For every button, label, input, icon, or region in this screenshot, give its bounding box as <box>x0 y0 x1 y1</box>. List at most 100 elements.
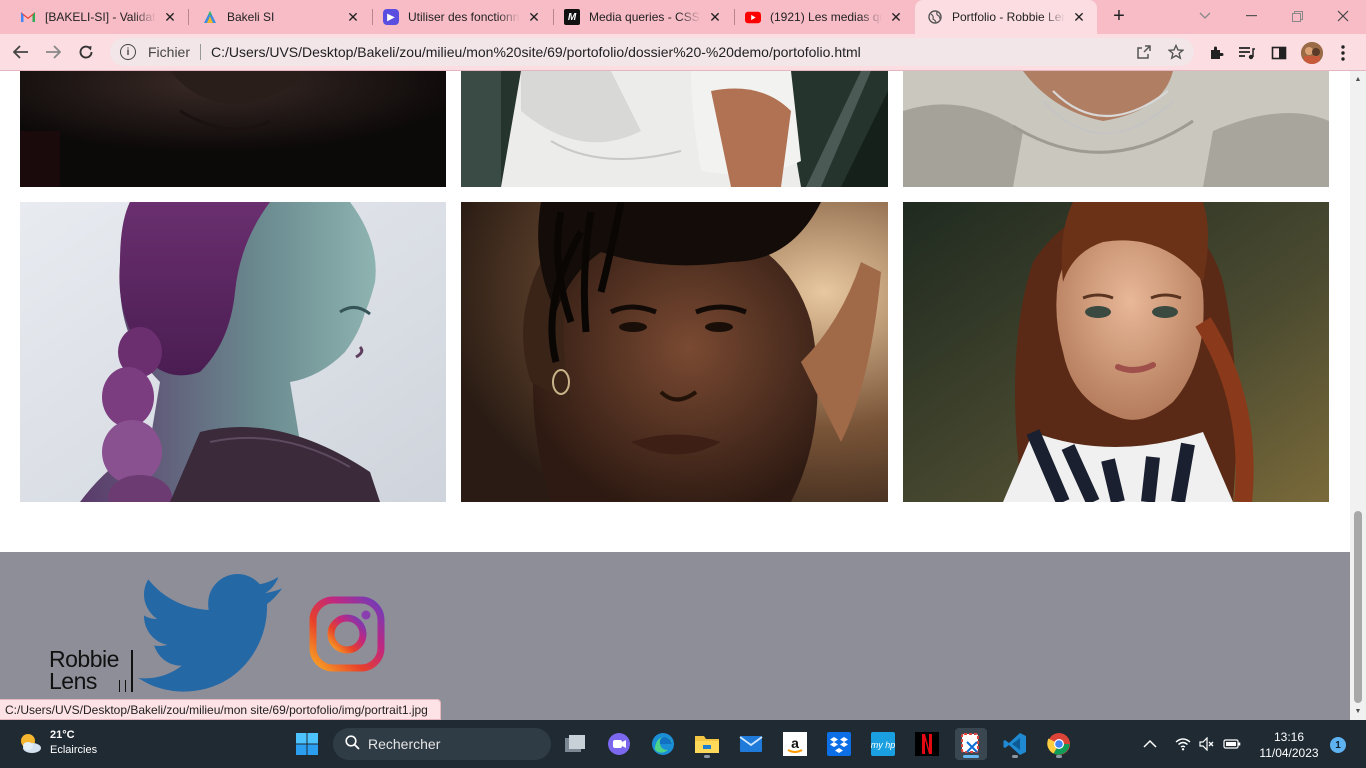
twitter-icon[interactable] <box>135 574 285 694</box>
search-placeholder: Rechercher <box>368 736 441 752</box>
tab-title: Portfolio - Robbie Lens <box>952 10 1065 24</box>
portfolio-photo[interactable] <box>903 202 1329 502</box>
portfolio-photo[interactable] <box>20 71 446 187</box>
media-control-icon[interactable] <box>1237 43 1257 63</box>
teams-icon[interactable] <box>603 728 635 760</box>
clock-date: 11/04/2023 <box>1259 746 1319 760</box>
tab-title: Bakeli SI <box>227 10 275 24</box>
scroll-up-arrow-icon[interactable]: ▲ <box>1354 75 1362 83</box>
portfolio-photo[interactable] <box>20 202 446 502</box>
running-indicator <box>1056 755 1062 758</box>
active-indicator <box>963 755 979 758</box>
vscode-icon[interactable] <box>999 728 1031 760</box>
dropbox-icon[interactable] <box>823 728 855 760</box>
partly-sunny-icon <box>18 731 42 755</box>
chrome-icon[interactable] <box>1043 728 1075 760</box>
divider <box>200 44 202 60</box>
gmail-icon <box>20 9 36 25</box>
portfolio-photo[interactable] <box>461 71 888 187</box>
page-footer: Robbie Lens <box>0 552 1350 720</box>
tab-gmail[interactable]: [BAKELI-SI] - Validation ✕ <box>0 0 188 34</box>
bookmark-star-icon[interactable] <box>1167 43 1185 61</box>
side-panel-icon[interactable] <box>1269 43 1289 63</box>
logo-bar <box>119 680 120 692</box>
system-clock[interactable]: 13:16 11/04/2023 <box>1252 729 1326 761</box>
tab-youtube[interactable]: (1921) Les medias queries ✕ <box>725 0 914 34</box>
explorer-icon[interactable] <box>691 728 723 760</box>
close-icon[interactable]: ✕ <box>1071 9 1087 25</box>
close-icon[interactable]: ✕ <box>162 9 178 25</box>
tab-fonctionnalites[interactable]: ▶ Utiliser des fonctionnalités ✕ <box>363 0 552 34</box>
tab-portfolio[interactable]: Portfolio - Robbie Lens ✕ <box>915 0 1097 34</box>
restore-button[interactable] <box>1274 0 1320 32</box>
link-status-bubble: C:/Users/UVS/Desktop/Bakeli/zou/milieu/m… <box>0 699 441 720</box>
purple-app-icon: ▶ <box>383 9 399 25</box>
minimize-button[interactable] <box>1228 0 1274 32</box>
close-icon[interactable]: ✕ <box>707 9 723 25</box>
running-indicator <box>1012 755 1018 758</box>
svg-text:a: a <box>791 735 799 751</box>
mail-icon[interactable] <box>735 728 767 760</box>
tab-media-queries[interactable]: M Media queries - CSS : Feuille ✕ <box>544 0 733 34</box>
profile-avatar[interactable] <box>1301 42 1323 64</box>
scheme-label: Fichier <box>148 44 191 60</box>
tab-bakeli[interactable]: Bakeli SI ✕ <box>182 0 371 34</box>
show-hidden-icons-icon[interactable] <box>1143 720 1157 768</box>
search-icon <box>345 735 360 753</box>
tab-title: Utiliser des fonctionnalités <box>408 10 520 24</box>
portfolio-photo[interactable] <box>461 202 888 502</box>
running-indicator <box>704 755 710 758</box>
tab-strip: [BAKELI-SI] - Validation ✕ Bakeli SI ✕ ▶… <box>0 0 1366 34</box>
windows-taskbar: 21°C Eclaircies Rechercher a my hp 13:16… <box>0 720 1366 768</box>
windows-start-icon[interactable] <box>291 728 323 760</box>
tab-title: Media queries - CSS : Feuille <box>589 10 701 24</box>
weather-temperature: 21°C <box>50 729 75 741</box>
chrome-menu-icon[interactable] <box>1333 43 1353 63</box>
page-scrollbar[interactable]: ▲ ▼ <box>1350 71 1366 720</box>
instagram-icon[interactable] <box>309 596 385 672</box>
reload-button[interactable] <box>74 40 98 64</box>
mdn-icon: M <box>564 9 580 25</box>
portfolio-photo[interactable] <box>903 71 1329 187</box>
bakeli-icon <box>202 9 218 25</box>
close-icon[interactable]: ✕ <box>345 9 361 25</box>
weather-description: Eclaircies <box>50 744 98 756</box>
close-window-button[interactable] <box>1320 0 1366 32</box>
notification-badge[interactable]: 1 <box>1330 737 1346 753</box>
logo-line-1: Robbie <box>49 646 119 672</box>
scrollbar-thumb[interactable] <box>1354 511 1362 703</box>
logo-bar <box>125 680 126 692</box>
forward-button[interactable] <box>41 40 65 64</box>
battery-icon[interactable] <box>1223 720 1241 768</box>
url-text[interactable]: C:/Users/UVS/Desktop/Bakeli/zou/milieu/m… <box>211 44 861 60</box>
wifi-icon[interactable] <box>1175 720 1191 768</box>
tab-title: [BAKELI-SI] - Validation <box>45 10 156 24</box>
myhp-icon[interactable]: my hp <box>867 728 899 760</box>
edge-icon[interactable] <box>647 728 679 760</box>
netflix-icon[interactable] <box>911 728 943 760</box>
volume-muted-icon[interactable] <box>1199 720 1215 768</box>
files-icon[interactable] <box>559 728 591 760</box>
robbie-lens-logo[interactable]: Robbie Lens <box>49 646 139 693</box>
page-viewport: Robbie Lens <box>0 71 1350 720</box>
close-icon[interactable]: ✕ <box>888 9 904 25</box>
snipping-tool-icon[interactable] <box>955 728 987 760</box>
back-button[interactable] <box>9 40 33 64</box>
clock-time: 13:16 <box>1273 730 1305 744</box>
weather-widget[interactable]: 21°C Eclaircies <box>18 728 97 758</box>
browser-toolbar: i Fichier C:/Users/UVS/Desktop/Bakeli/zo… <box>0 34 1366 71</box>
taskbar-search[interactable]: Rechercher <box>333 728 551 760</box>
youtube-icon <box>745 9 761 25</box>
info-icon[interactable]: i <box>120 44 136 60</box>
tab-search-icon[interactable] <box>1182 0 1228 32</box>
scroll-down-arrow-icon[interactable]: ▼ <box>1354 707 1362 715</box>
extensions-icon[interactable] <box>1206 43 1226 63</box>
amazon-icon[interactable]: a <box>779 728 811 760</box>
globe-icon <box>927 9 943 25</box>
share-icon[interactable] <box>1135 43 1153 61</box>
svg-text:my hp: my hp <box>871 740 896 750</box>
address-bar[interactable]: i Fichier C:/Users/UVS/Desktop/Bakeli/zo… <box>110 38 1194 66</box>
new-tab-button[interactable]: + <box>1108 5 1130 27</box>
logo-bar <box>131 650 133 692</box>
close-icon[interactable]: ✕ <box>526 9 542 25</box>
